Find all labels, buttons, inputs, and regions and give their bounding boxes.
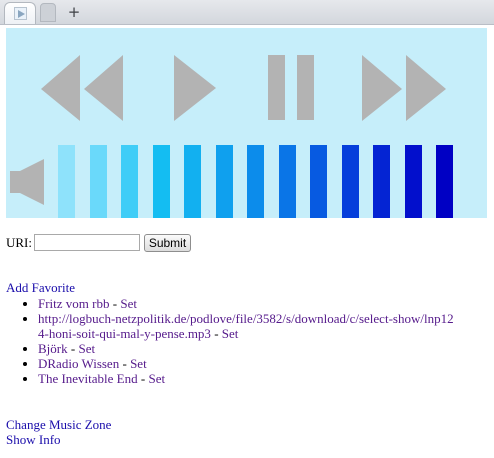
separator: - bbox=[119, 356, 131, 371]
pause-button[interactable] bbox=[268, 55, 314, 120]
pause-icon bbox=[268, 55, 285, 120]
separator: - bbox=[210, 326, 222, 341]
set-link[interactable]: Set bbox=[148, 371, 165, 386]
volume-level-bar[interactable] bbox=[247, 145, 264, 218]
favorite-link[interactable]: http://logbuch-netzpolitik.de/podlove/fi… bbox=[38, 311, 454, 341]
fast-forward-icon bbox=[362, 55, 402, 121]
set-link[interactable]: Set bbox=[120, 296, 137, 311]
separator: - bbox=[109, 296, 121, 311]
volume-level-bar[interactable] bbox=[216, 145, 233, 218]
uri-input[interactable] bbox=[34, 234, 140, 251]
volume-level-bar[interactable] bbox=[153, 145, 170, 218]
volume-level-bar[interactable] bbox=[342, 145, 359, 218]
volume-level-bar[interactable] bbox=[90, 145, 107, 218]
rewind-icon bbox=[41, 55, 80, 121]
favorite-link[interactable]: DRadio Wissen bbox=[38, 356, 119, 371]
speaker-icon[interactable] bbox=[10, 159, 44, 205]
volume-level-bar[interactable] bbox=[121, 145, 138, 218]
volume-level-bar[interactable] bbox=[436, 145, 453, 218]
separator: - bbox=[137, 371, 149, 386]
favorite-link[interactable]: Björk bbox=[38, 341, 68, 356]
favorite-item: Fritz vom rbb - Set bbox=[38, 296, 458, 311]
favorites-list: Fritz vom rbb - Set http://logbuch-netzp… bbox=[0, 296, 458, 386]
separator: - bbox=[67, 341, 79, 356]
favorite-item: http://logbuch-netzpolitik.de/podlove/fi… bbox=[38, 311, 458, 341]
player-panel bbox=[6, 28, 487, 218]
volume-level-bar[interactable] bbox=[310, 145, 327, 218]
play-favicon-icon bbox=[14, 7, 27, 20]
volume-level-bar[interactable] bbox=[279, 145, 296, 218]
new-tab-button[interactable]: + bbox=[64, 2, 84, 22]
favorite-item: Björk - Set bbox=[38, 341, 458, 356]
add-favorite-link[interactable]: Add Favorite bbox=[6, 280, 75, 296]
change-music-zone-link[interactable]: Change Music Zone bbox=[6, 417, 111, 433]
uri-label: URI: bbox=[6, 235, 32, 250]
browser-tab-strip: + bbox=[0, 0, 494, 25]
rewind-button[interactable] bbox=[41, 55, 123, 121]
volume-level-bar[interactable] bbox=[184, 145, 201, 218]
favorite-item: The Inevitable End - Set bbox=[38, 371, 458, 386]
inactive-tab[interactable] bbox=[40, 3, 56, 22]
set-link[interactable]: Set bbox=[130, 356, 147, 371]
fast-forward-button[interactable] bbox=[362, 55, 446, 121]
set-link[interactable]: Set bbox=[222, 326, 239, 341]
play-button[interactable] bbox=[174, 55, 216, 121]
volume-level-bar[interactable] bbox=[58, 145, 75, 218]
set-link[interactable]: Set bbox=[78, 341, 95, 356]
volume-level-bar[interactable] bbox=[373, 145, 390, 218]
favorite-item: DRadio Wissen - Set bbox=[38, 356, 458, 371]
show-info-link[interactable]: Show Info bbox=[6, 432, 61, 448]
volume-level-bar[interactable] bbox=[405, 145, 422, 218]
favorite-link[interactable]: Fritz vom rbb bbox=[38, 296, 110, 311]
submit-button[interactable]: Submit bbox=[144, 234, 191, 252]
active-tab[interactable] bbox=[4, 2, 36, 24]
play-icon bbox=[174, 55, 216, 121]
favorite-link[interactable]: The Inevitable End bbox=[38, 371, 138, 386]
